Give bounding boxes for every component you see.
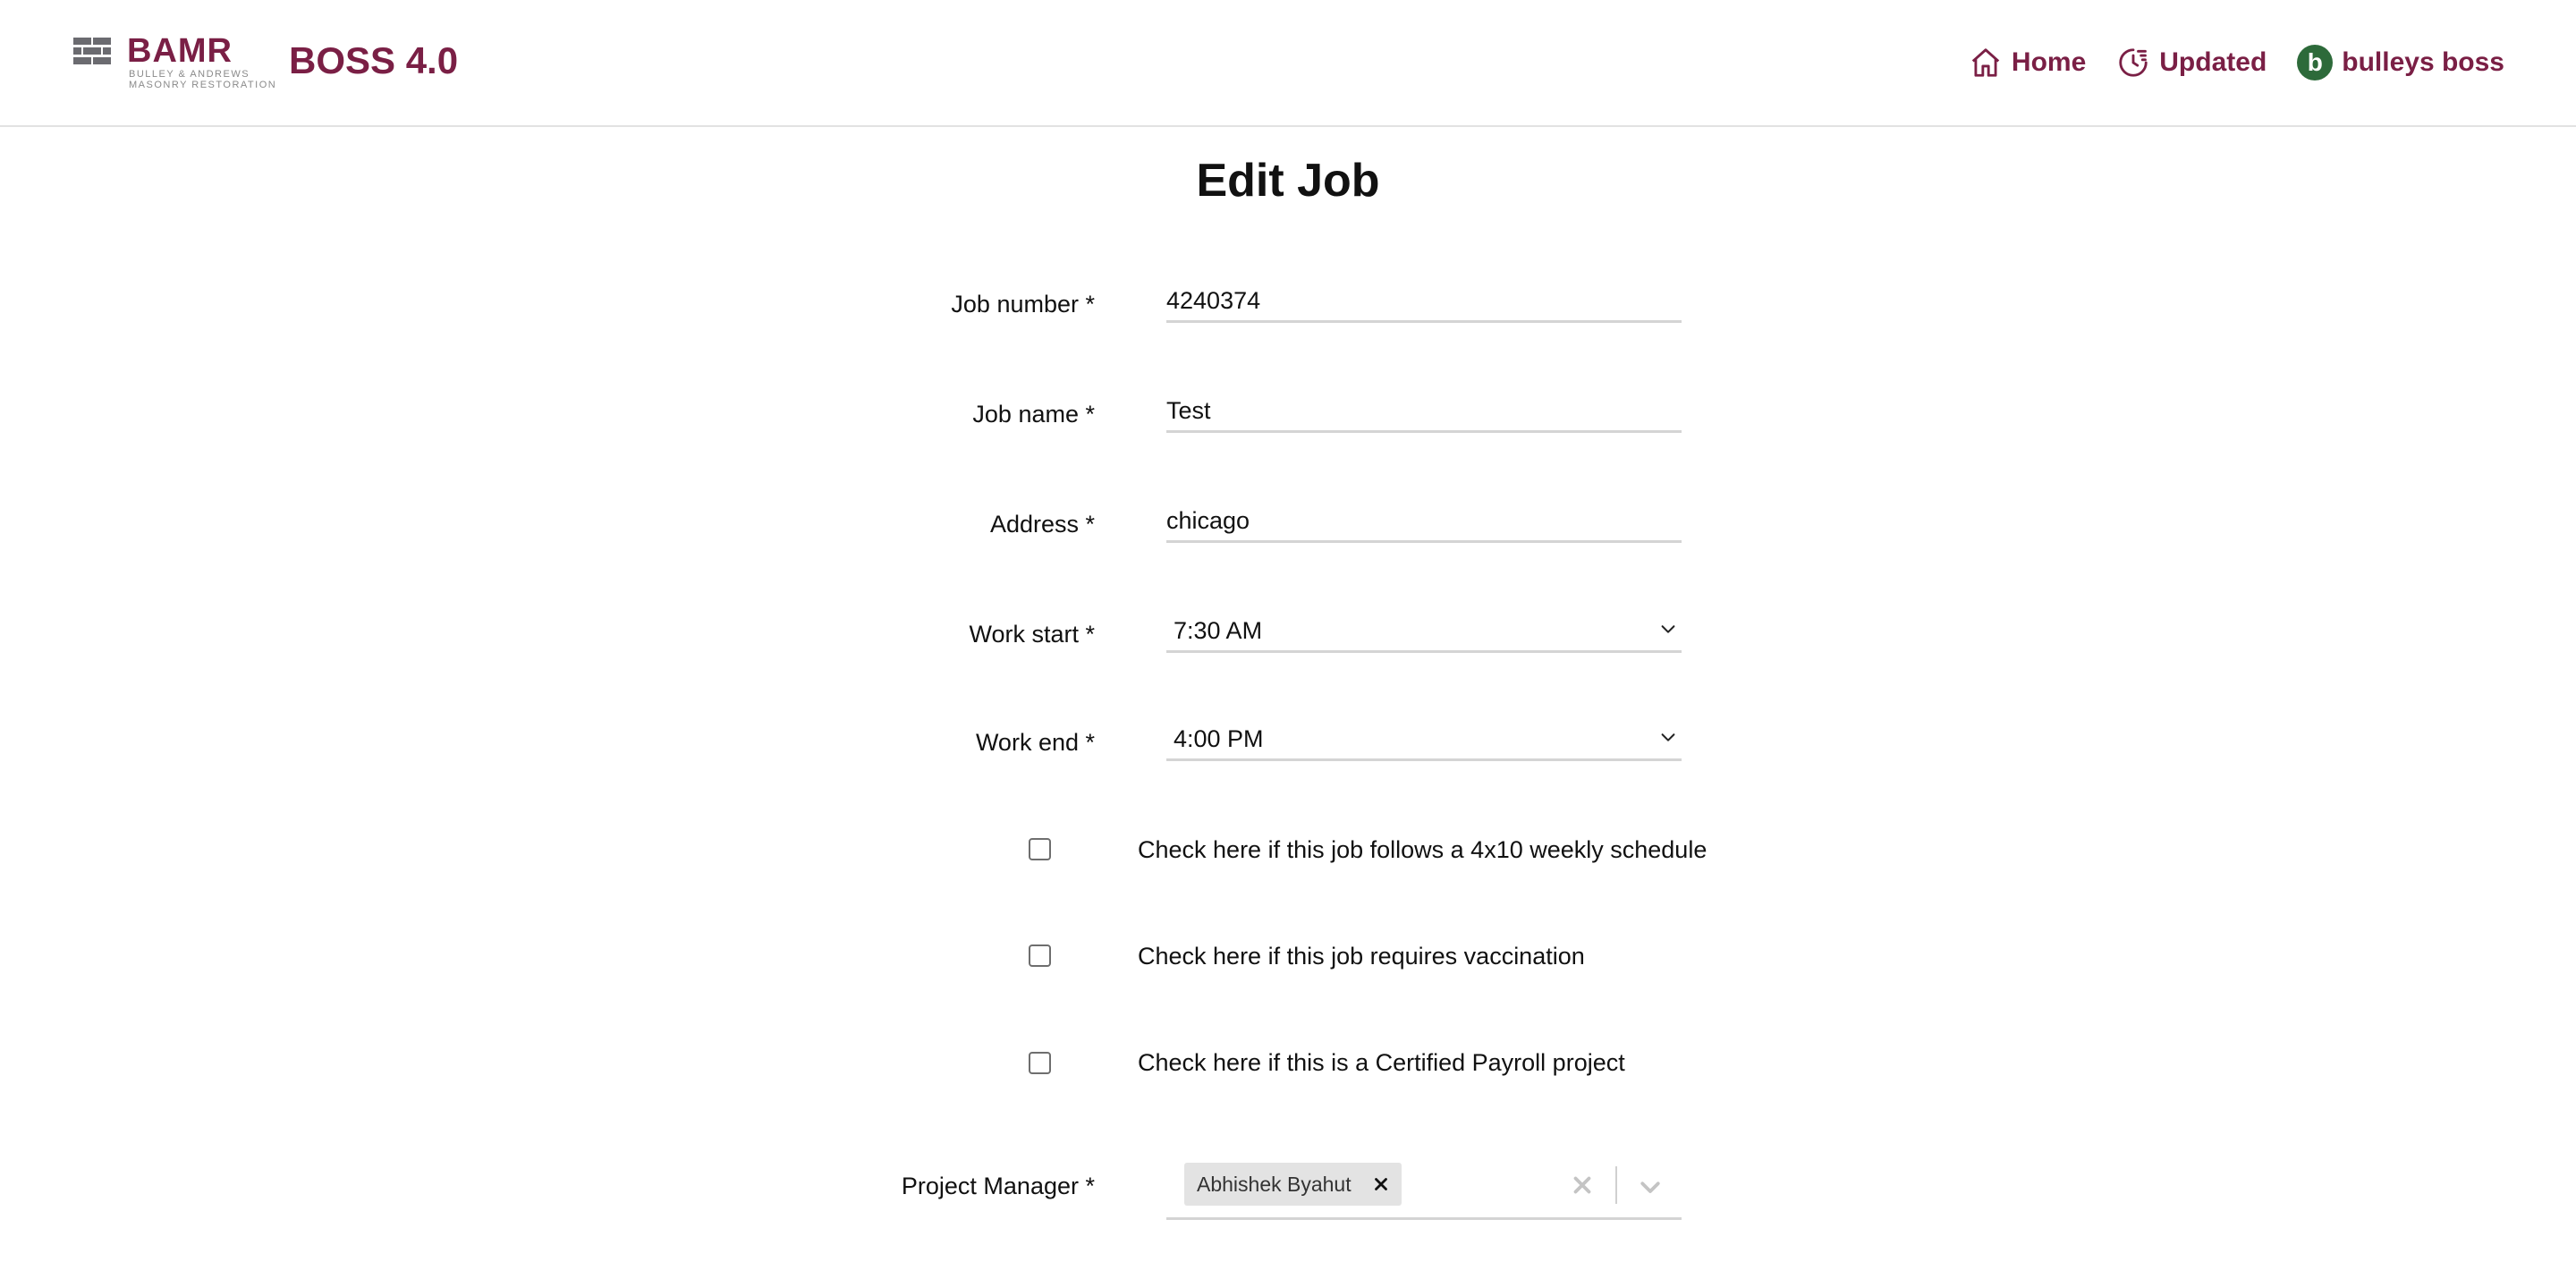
- chevron-down-icon: [1661, 733, 1675, 741]
- four-by-ten-schedule-label: Check here if this job follows a 4x10 we…: [1138, 836, 1707, 863]
- avatar: b: [2297, 45, 2334, 80]
- vaccination-required-label: Check here if this job requires vaccinat…: [1138, 943, 1585, 970]
- remove-chip-icon[interactable]: [1371, 1174, 1391, 1194]
- top-navigation-bar: BAMR BULLEY & ANDREWS MASONRY RESTORATIO…: [0, 0, 2576, 127]
- address-input[interactable]: chicago: [1166, 500, 1682, 543]
- selected-manager-name: Abhishek Byahut: [1197, 1172, 1352, 1196]
- job-number-input[interactable]: 4240374: [1166, 280, 1682, 323]
- user-menu[interactable]: b bulleys boss: [2297, 45, 2504, 80]
- app-name[interactable]: BOSS 4.0: [289, 39, 458, 82]
- brick-logo-icon: [73, 38, 113, 64]
- updated-link-label: Updated: [2159, 47, 2267, 77]
- home-icon: [1971, 48, 2000, 77]
- project-manager-label: Project Manager *: [901, 1173, 1095, 1199]
- work-start-value: 7:30 AM: [1174, 617, 1263, 644]
- selected-manager-chip: Abhishek Byahut: [1184, 1163, 1402, 1206]
- page-title: Edit Job: [1196, 155, 1380, 207]
- work-start-select[interactable]: 7:30 AM: [1166, 610, 1682, 653]
- logo-wordmark: BAMR: [127, 32, 233, 70]
- work-end-value: 4:00 PM: [1174, 725, 1264, 752]
- home-link[interactable]: Home: [1969, 46, 2086, 80]
- top-nav-links: Home Updated b bulleys boss: [1969, 43, 2504, 82]
- divider: [1615, 1166, 1617, 1204]
- user-name: bulleys boss: [2342, 47, 2504, 77]
- chevron-down-icon[interactable]: [1637, 1173, 1664, 1200]
- project-manager-multiselect[interactable]: Abhishek Byahut: [1166, 1156, 1682, 1220]
- clock-history-icon: [2119, 48, 2148, 77]
- vaccination-required-checkbox[interactable]: [1029, 944, 1051, 967]
- home-link-label: Home: [2011, 47, 2087, 77]
- work-end-select[interactable]: 4:00 PM: [1166, 718, 1682, 761]
- updated-link[interactable]: Updated: [2116, 46, 2267, 80]
- clear-selection-icon[interactable]: [1569, 1172, 1596, 1199]
- job-name-input[interactable]: Test: [1166, 390, 1682, 433]
- logo-subtitle: BULLEY & ANDREWS MASONRY RESTORATION: [129, 69, 277, 90]
- four-by-ten-schedule-checkbox[interactable]: [1029, 838, 1051, 860]
- work-end-label: Work end *: [975, 729, 1095, 756]
- address-label: Address *: [989, 511, 1095, 538]
- certified-payroll-checkbox[interactable]: [1029, 1052, 1051, 1074]
- chevron-down-icon: [1661, 625, 1675, 633]
- job-name-value: Test: [1166, 397, 1211, 424]
- address-value: chicago: [1166, 507, 1250, 534]
- work-start-label: Work start *: [969, 621, 1095, 648]
- certified-payroll-label: Check here if this is a Certified Payrol…: [1138, 1049, 1625, 1076]
- job-number-label: Job number *: [951, 291, 1095, 318]
- job-number-value: 4240374: [1166, 287, 1261, 314]
- bamr-logo[interactable]: BAMR BULLEY & ANDREWS MASONRY RESTORATIO…: [73, 32, 275, 93]
- job-name-label: Job name *: [972, 401, 1095, 428]
